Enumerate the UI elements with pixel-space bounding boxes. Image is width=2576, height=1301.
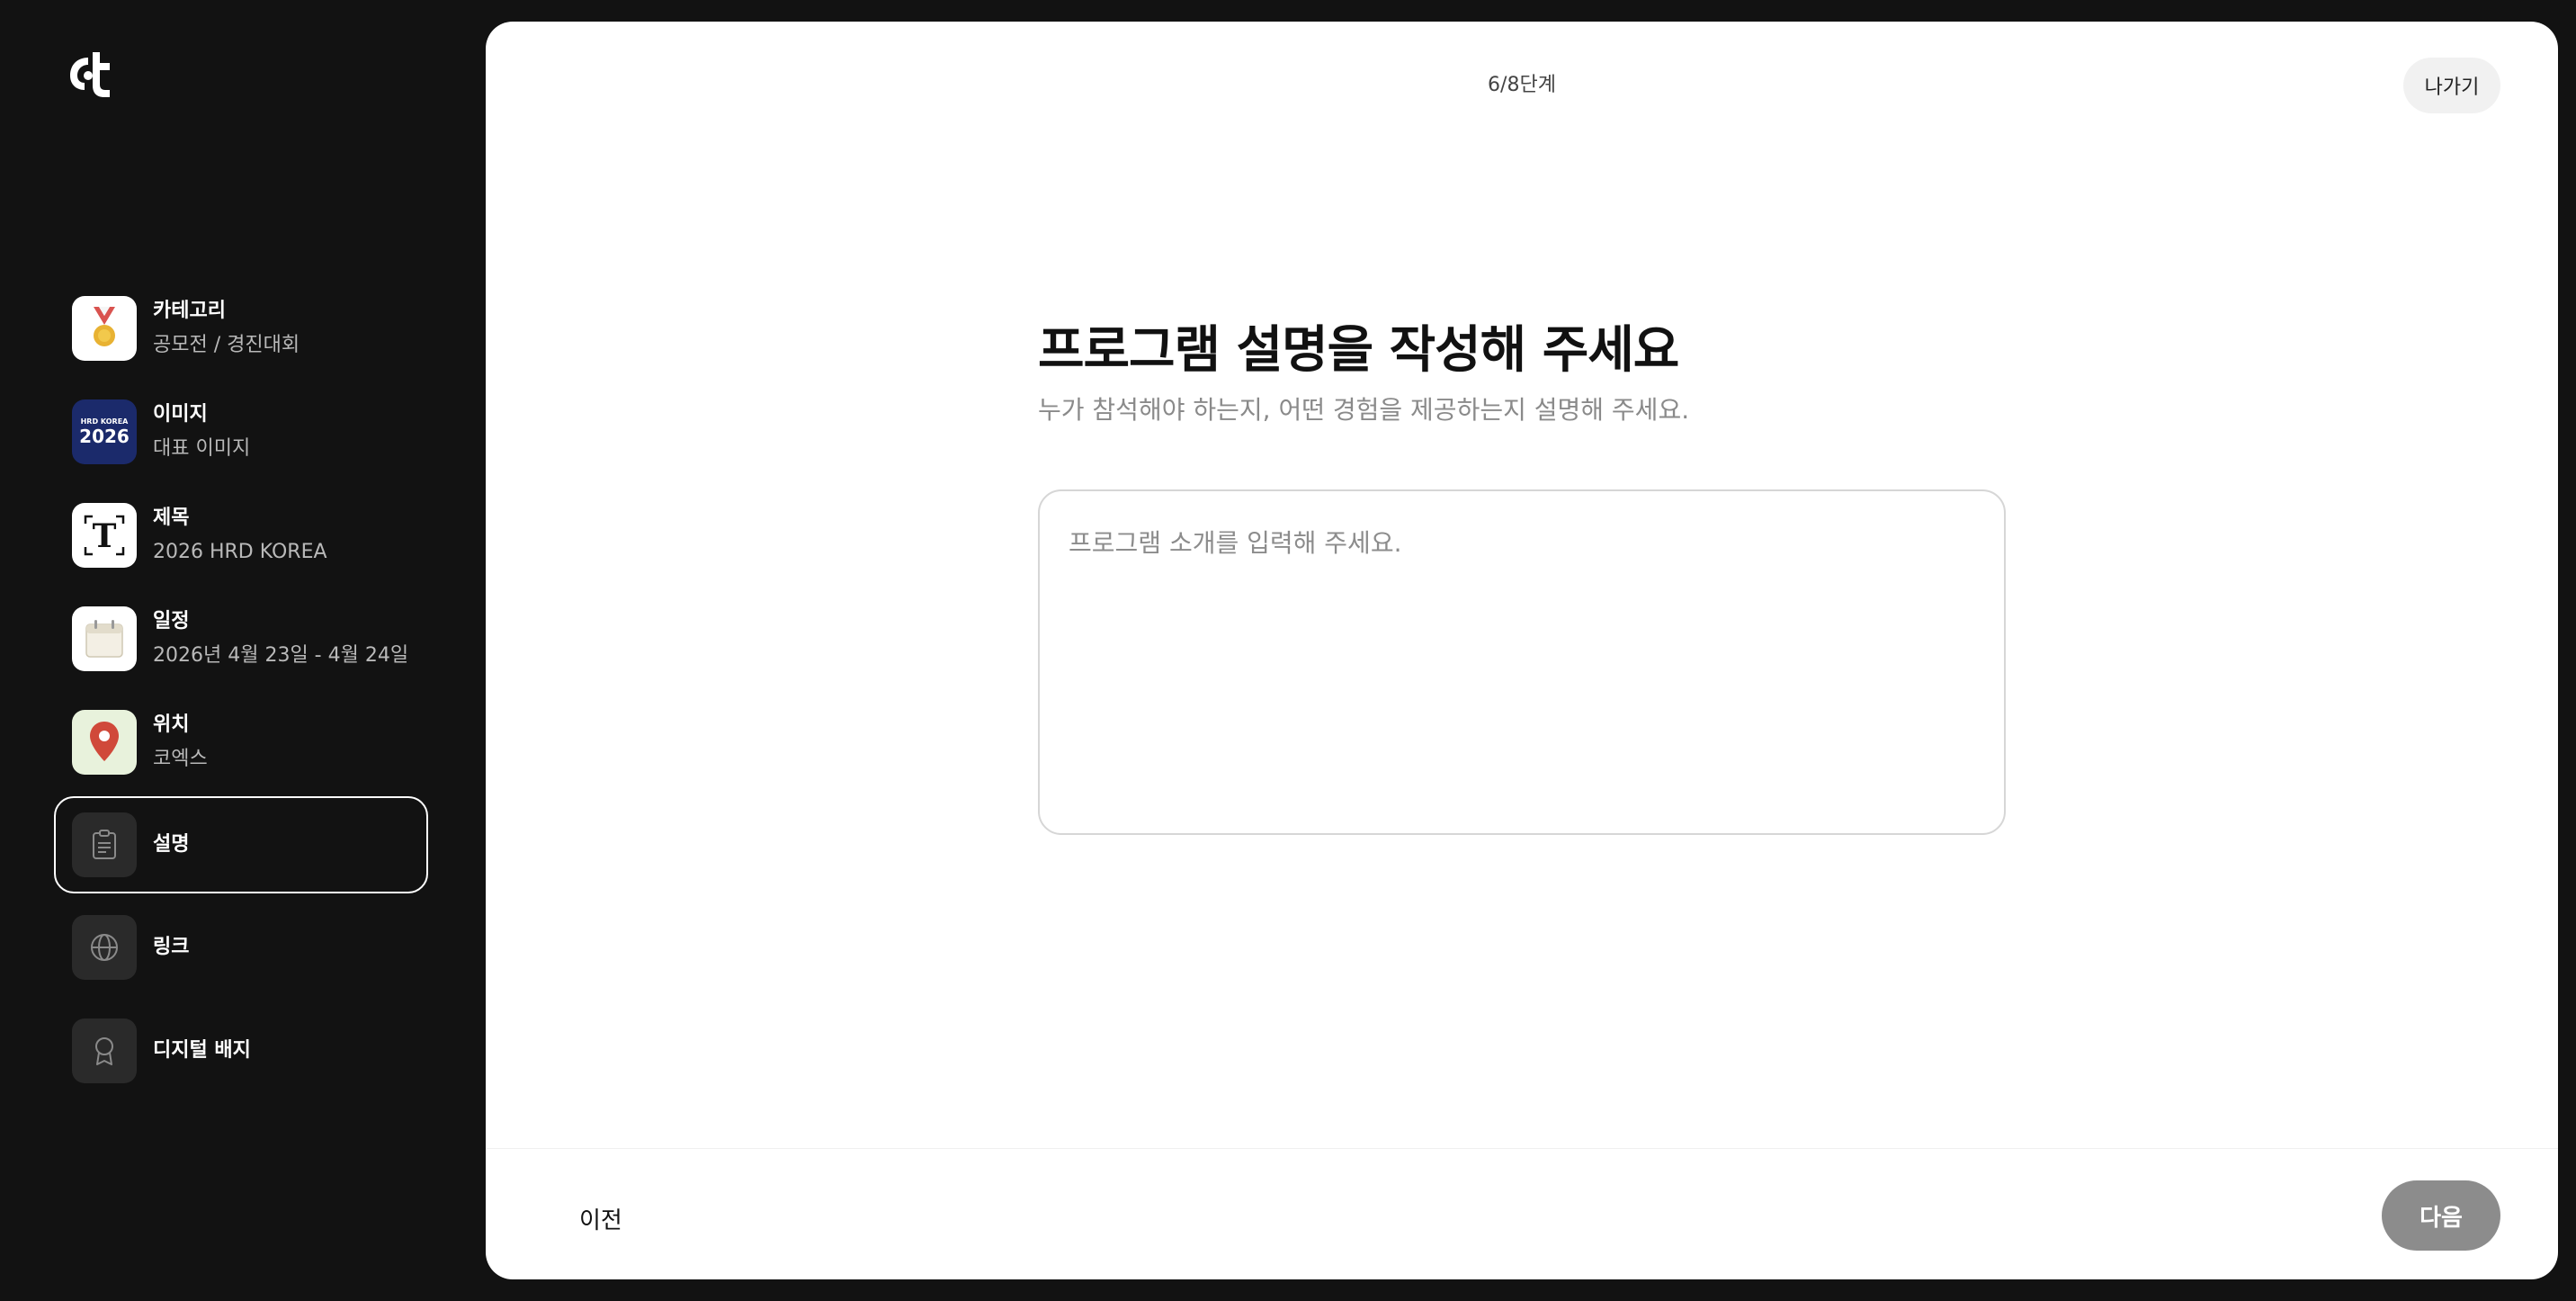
page-title: 프로그램 설명을 작성해 주세요 <box>1038 321 1679 380</box>
step-list: 카테고리 공모전 / 경진대회 HRD KOREA 2026 이미지 대표 이미… <box>54 279 428 1105</box>
next-button[interactable]: 다음 <box>2382 1180 2500 1251</box>
step-value: 2026 HRD KOREA <box>153 541 327 563</box>
step-item-location[interactable]: 위치 코엑스 <box>54 693 428 792</box>
badge-icon <box>72 1018 137 1083</box>
footer-divider <box>486 1148 2558 1149</box>
event-poster-thumbnail: HRD KOREA 2026 <box>72 399 137 464</box>
medal-icon <box>72 296 137 361</box>
description-form: 프로그램 설명을 작성해 주세요 누가 참석해야 하는지, 어떤 경험을 제공하… <box>1038 315 2006 835</box>
step-item-link[interactable]: 링크 <box>54 898 428 997</box>
sidebar: 카테고리 공모전 / 경진대회 HRD KOREA 2026 이미지 대표 이미… <box>0 0 486 1301</box>
poster-title: HRD KOREA <box>80 417 129 426</box>
step-value: 코엑스 <box>153 748 208 770</box>
step-title: 일정 <box>153 610 190 633</box>
step-item-category[interactable]: 카테고리 공모전 / 경진대회 <box>54 279 428 378</box>
step-title: 이미지 <box>153 403 208 426</box>
svg-text:T: T <box>93 517 117 555</box>
step-title: 링크 <box>153 936 190 958</box>
step-value: 2026년 4월 23일 - 4월 24일 <box>153 644 409 667</box>
text-t-icon: T <box>72 503 137 568</box>
step-item-schedule[interactable]: 일정 2026년 4월 23일 - 4월 24일 <box>54 589 428 688</box>
step-value: 대표 이미지 <box>153 437 251 460</box>
step-title: 카테고리 <box>153 300 226 322</box>
map-pin-icon <box>72 710 137 775</box>
exit-button[interactable]: 나가기 <box>2403 58 2500 113</box>
step-item-title[interactable]: T 제목 2026 HRD KOREA <box>54 486 428 585</box>
step-title: 설명 <box>153 833 190 856</box>
clipboard-icon <box>72 812 137 877</box>
app-logo-icon[interactable] <box>68 52 113 99</box>
globe-icon <box>72 915 137 980</box>
step-item-description[interactable]: 설명 <box>54 796 428 893</box>
calendar-icon <box>72 606 137 671</box>
page-subtitle: 누가 참석해야 하는지, 어떤 경험을 제공하는지 설명해 주세요. <box>1038 395 1690 425</box>
main-panel: 6/8단계 나가기 프로그램 설명을 작성해 주세요 누가 참석해야 하는지, … <box>486 22 2558 1279</box>
step-item-image[interactable]: HRD KOREA 2026 이미지 대표 이미지 <box>54 382 428 481</box>
poster-year: 2026 <box>79 426 130 447</box>
step-progress: 6/8단계 <box>1488 74 1556 96</box>
step-title: 디지털 배지 <box>153 1039 251 1062</box>
prev-button[interactable]: 이전 <box>576 1195 626 1243</box>
step-item-digital-badge[interactable]: 디지털 배지 <box>54 1001 428 1100</box>
step-title: 위치 <box>153 713 190 736</box>
step-value: 공모전 / 경진대회 <box>153 334 300 356</box>
step-title: 제목 <box>153 507 190 529</box>
description-input[interactable] <box>1038 489 2006 835</box>
